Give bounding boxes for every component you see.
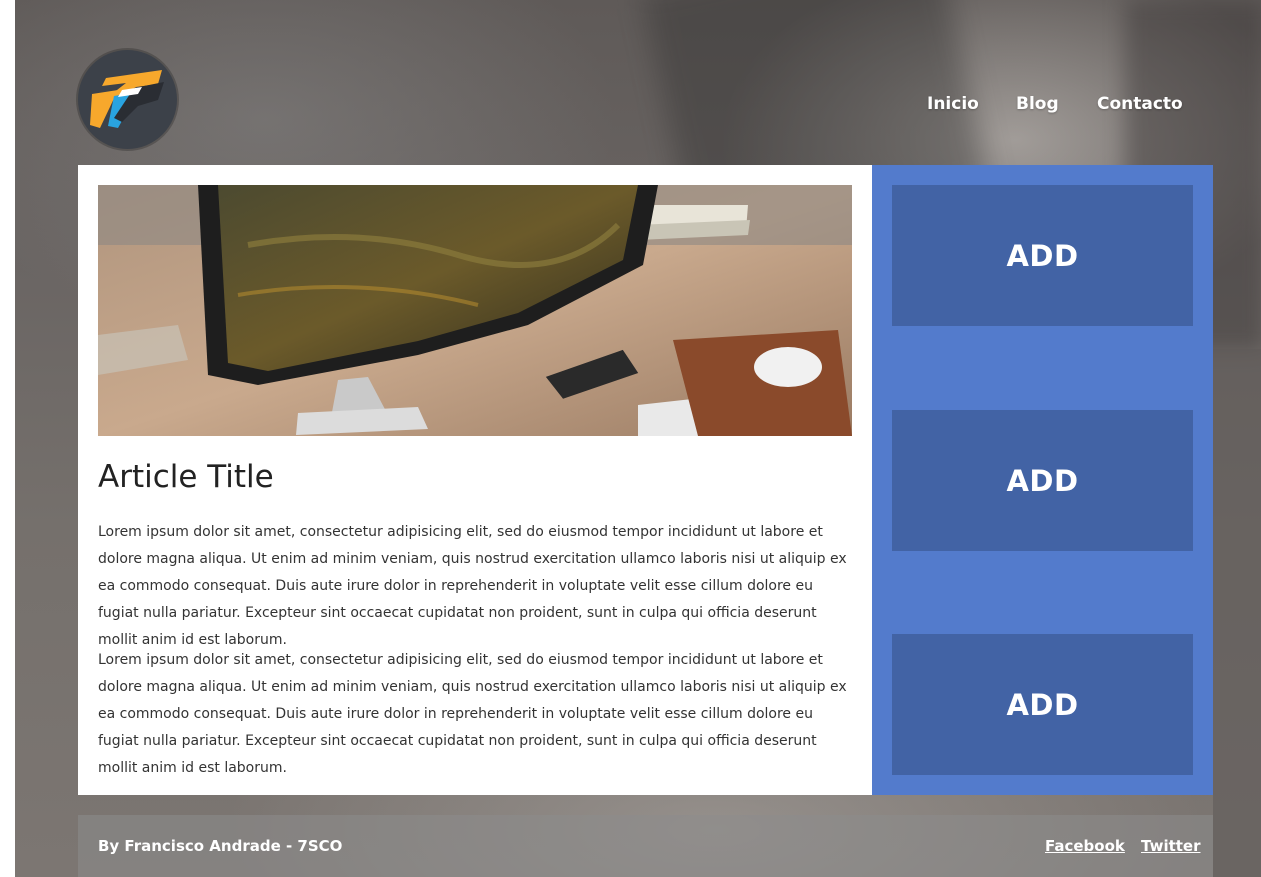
ads-sidebar: ADD ADD ADD bbox=[872, 165, 1213, 795]
page-footer: By Francisco Andrade - 7SCO Facebook Twi… bbox=[78, 815, 1213, 877]
desk-computer-photo bbox=[98, 185, 852, 436]
nav-item-contacto[interactable]: Contacto bbox=[1097, 92, 1183, 116]
footer-credit: By Francisco Andrade - 7SCO bbox=[98, 837, 343, 855]
hero-illustration bbox=[98, 185, 852, 436]
nav-item-blog[interactable]: Blog bbox=[1016, 92, 1059, 116]
ad-slot[interactable]: ADD bbox=[892, 634, 1193, 775]
ad-slot[interactable]: ADD bbox=[892, 185, 1193, 326]
article-paragraph: Lorem ipsum dolor sit amet, consectetur … bbox=[98, 652, 847, 776]
ad-slot[interactable]: ADD bbox=[892, 410, 1193, 551]
facebook-link[interactable]: Facebook bbox=[1045, 835, 1125, 857]
main-nav: Inicio Blog Contacto bbox=[0, 92, 1261, 116]
article-paragraph: Lorem ipsum dolor sit amet, consectetur … bbox=[98, 524, 847, 648]
twitter-link[interactable]: Twitter bbox=[1141, 835, 1201, 857]
nav-item-inicio[interactable]: Inicio bbox=[927, 92, 979, 116]
background-shape bbox=[1213, 349, 1261, 877]
article-title: Article Title bbox=[98, 459, 274, 495]
article-card: Article Title Lorem ipsum dolor sit amet… bbox=[78, 165, 872, 795]
